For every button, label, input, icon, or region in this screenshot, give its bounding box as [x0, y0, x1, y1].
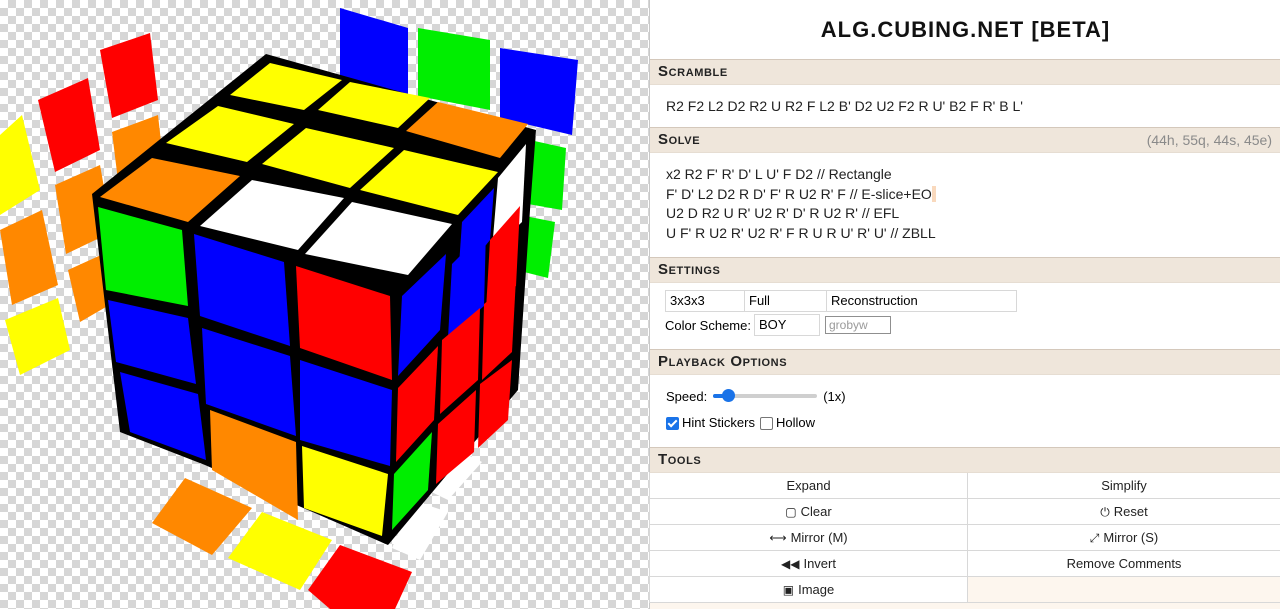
playback-heading-label: Playback Options [658, 353, 788, 370]
scramble-heading-label: Scramble [658, 63, 728, 80]
solve-heading: Solve (44h, 55q, 44s, 45e) [650, 127, 1280, 153]
speed-label: Speed: [666, 388, 708, 404]
speed-value: (1x) [823, 388, 846, 404]
settings-panel: 3x3x3 Full Reconstruction Color Scheme: … [650, 283, 1280, 349]
scramble-text: R2 F2 L2 D2 R2 U R2 F L2 B' D2 U2 F2 R U… [666, 98, 1023, 114]
stage-select[interactable]: Full [744, 290, 827, 312]
solve-line-highlighted: F' D' L2 D2 R D' F' R U2 R' F // E-slice… [666, 185, 1265, 205]
horizontal-arrows-icon: ⟷ [769, 531, 787, 545]
rewind-icon: ◀◀ [781, 557, 800, 571]
hint-stickers-label[interactable]: Hint Stickers [682, 415, 755, 430]
mirror-m-button[interactable]: ⟷ Mirror (M) [649, 524, 968, 551]
solve-line: U2 D R2 U R' U2 R' D' R U2 R' // EFL [666, 205, 900, 221]
tools-heading-label: Tools [658, 451, 702, 468]
solve-textarea[interactable]: x2 R2 F' R' D' L U' F D2 // Rectangle F'… [650, 153, 1280, 257]
settings-heading-label: Settings [658, 261, 721, 278]
scramble-textarea[interactable]: R2 F2 L2 D2 R2 U R2 F L2 B' D2 U2 F2 R U… [650, 85, 1280, 127]
mirror-m-label: Mirror (M) [790, 530, 848, 545]
solve-move-count: (44h, 55q, 44s, 45e) [1146, 132, 1272, 148]
hint-stickers-checkbox[interactable] [666, 416, 679, 430]
empty-tool-slot [967, 576, 1280, 603]
mirror-s-label: Mirror (S) [1103, 530, 1159, 545]
type-select[interactable]: Reconstruction [826, 290, 1017, 312]
expand-button[interactable]: Expand [649, 472, 968, 499]
solve-heading-label: Solve [658, 131, 701, 148]
remove-comments-button[interactable]: Remove Comments [967, 550, 1280, 577]
tools-grid: Expand Simplify ▢ Clear ⏻ Reset ⟷ Mirror (M… [649, 472, 1280, 603]
app-title[interactable]: ALG.CUBING.NET [BETA] [650, 0, 1280, 59]
hollow-checkbox[interactable] [759, 416, 773, 430]
image-button[interactable]: ▣ Image [649, 576, 968, 603]
expand-label: Expand [786, 478, 831, 493]
invert-label: Invert [803, 556, 836, 571]
reset-label: Reset [1113, 504, 1148, 519]
control-panel: ALG.CUBING.NET [BETA] Scramble R2 F2 L2 … [649, 0, 1280, 609]
simplify-button[interactable]: Simplify [967, 472, 1280, 499]
invert-button[interactable]: ◀◀ Invert [649, 550, 968, 577]
settings-heading: Settings [650, 257, 1280, 283]
square-icon: ▢ [785, 505, 797, 519]
solve-line: x2 R2 F' R' D' L U' F D2 // Rectangle [666, 166, 892, 182]
color-scheme-label: Color Scheme: [665, 317, 751, 333]
color-scheme-select[interactable]: BOY [753, 314, 820, 336]
reset-button[interactable]: ⏻ Reset [967, 498, 1280, 525]
puzzle-select[interactable]: 3x3x3 [665, 290, 745, 312]
speed-slider[interactable] [713, 388, 818, 404]
playback-heading: Playback Options [650, 349, 1280, 375]
playback-options: Speed: (1x) Hint Stickers Hollow [650, 375, 1280, 447]
slider-handle[interactable] [722, 389, 736, 402]
text-cursor-highlight [931, 185, 936, 202]
diagonal-arrows-icon: ⤢ [1089, 531, 1100, 545]
mirror-s-button[interactable]: ⤢ Mirror (S) [967, 524, 1280, 551]
remove-comments-label: Remove Comments [1066, 556, 1182, 571]
solve-line: U F' R U2 R' U2 R' F R U R U' R' U' // Z… [666, 224, 936, 241]
scramble-heading: Scramble [650, 59, 1280, 85]
simplify-label: Simplify [1101, 478, 1147, 493]
color-scheme-input[interactable]: grobyw [824, 316, 891, 334]
solve-line-text: F' D' L2 D2 R D' F' R U2 R' F // E-slice… [666, 185, 932, 202]
image-icon: ▣ [782, 583, 795, 597]
tools-heading: Tools [650, 447, 1280, 473]
clear-button[interactable]: ▢ Clear [649, 498, 968, 525]
hollow-label[interactable]: Hollow [776, 415, 815, 430]
power-icon: ⏻ [1100, 505, 1110, 519]
cube-viewer[interactable] [0, 0, 649, 609]
cube-3d-render[interactable] [0, 0, 649, 609]
clear-label: Clear [800, 504, 832, 519]
image-label: Image [798, 582, 835, 597]
